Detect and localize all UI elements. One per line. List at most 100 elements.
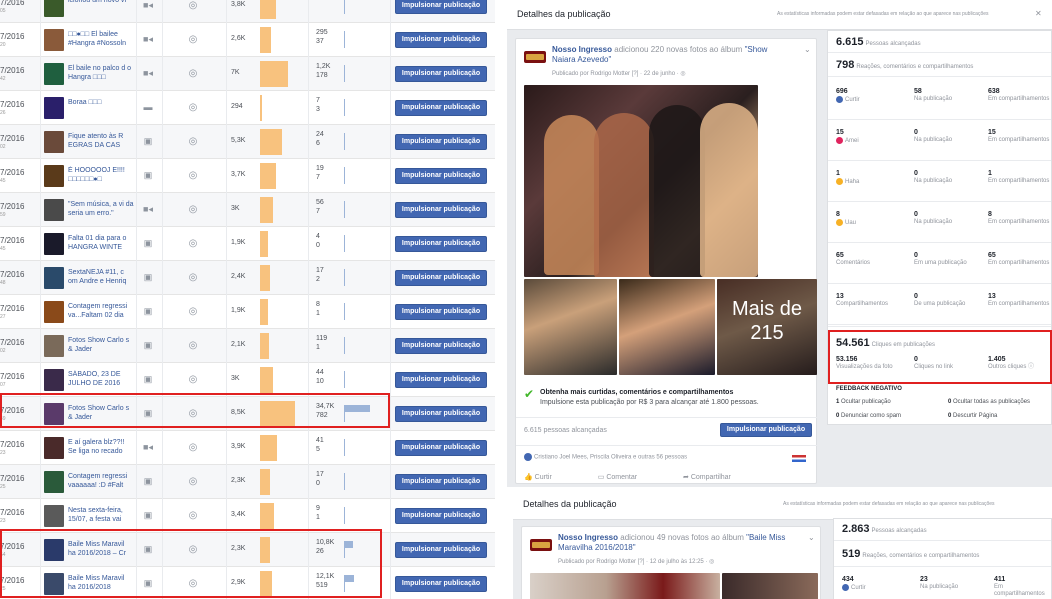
boost-post-button[interactable]: Impulsionar publicação	[395, 168, 487, 184]
post-text-link[interactable]: "Sem música, a vi da seria um erro."	[68, 200, 134, 219]
table-row[interactable]: 7/2016 20 □□●□□ El bailee #Hangra #Nossoln…	[0, 23, 495, 57]
boost-post-button[interactable]: Impulsionar publicação	[395, 100, 487, 116]
post-text-link[interactable]: Falta 01 dia para o HANGRA WINTE	[68, 234, 134, 253]
boost-post-button[interactable]: Impulsionar publicação	[395, 508, 487, 524]
engagement-values: 17 2	[316, 267, 324, 283]
post-text-link[interactable]: Boraa □□□	[68, 98, 134, 117]
boost-post-button[interactable]: Impulsionar publicação	[395, 0, 487, 14]
post-type-icon: ■◂	[143, 0, 153, 10]
post-text-link[interactable]: SÁBADO, 23 DE JULHO DE 2016	[68, 370, 134, 389]
post-photo-thumb[interactable]	[722, 573, 818, 599]
boost-post-button[interactable]: Impulsionar publicação	[720, 423, 812, 437]
post-text-link[interactable]: Fotos Show Carlo s & Jader	[68, 336, 134, 355]
post-thumbnail[interactable]	[44, 0, 64, 17]
table-row[interactable]: 7/201605 icionou um novo ví ■◂ ◎ 3,8K 13 Impul…	[0, 0, 495, 23]
post-date: 7/2016 27	[0, 304, 25, 320]
boost-post-button[interactable]: Impulsionar publicação	[395, 474, 487, 490]
table-row[interactable]: 7/2016 23 Nesta sexta-feira, 15/07, a fest…	[0, 499, 495, 533]
chevron-down-icon[interactable]: ⌄	[804, 45, 811, 54]
negative-unlike-page: 0 Descurtir Página	[948, 413, 997, 419]
share-action[interactable]: ➦ Compartilhar	[683, 474, 753, 481]
post-text-link[interactable]: □□●□□ El bailee #Hangra #Nossoln	[68, 30, 134, 49]
boost-post-button[interactable]: Impulsionar publicação	[395, 134, 487, 150]
flag-icon[interactable]	[792, 455, 806, 462]
post-date: 7/2016 23	[0, 440, 25, 456]
panel-title: Detalhes da publicação	[523, 499, 617, 509]
reach-label: Pessoas alcançadas	[865, 41, 921, 47]
page-name-link[interactable]: Nosso Ingresso	[558, 533, 618, 542]
boost-post-button[interactable]: Impulsionar publicação	[395, 32, 487, 48]
post-thumbnail[interactable]	[44, 165, 64, 187]
post-text-link[interactable]: Nesta sexta-feira, 15/07, a festa vai	[68, 506, 134, 525]
boost-post-button[interactable]: Impulsionar publicação	[395, 372, 487, 388]
stats-disclaimer: As estatísticas informadas podem estar d…	[783, 501, 995, 507]
post-photo-thumb[interactable]	[524, 279, 617, 375]
table-row[interactable]: 7/2016 26 Boraa □□□ ▬ ◎ 294 7 3 Impulsionar publ…	[0, 91, 495, 125]
table-row[interactable]: 7/2016 45 É HOOOOOJ E!!!! □□□□□□●□ ▣ ◎ 3,7K 19…	[0, 159, 495, 193]
engagement-bar	[344, 65, 345, 82]
post-date: 7/2016 48	[0, 270, 25, 286]
table-row[interactable]: 7/2016 45 Falta 01 dia para o HANGRA WINTE…	[0, 227, 495, 261]
post-thumbnail[interactable]	[44, 437, 64, 459]
reaction-icon	[836, 178, 843, 185]
boost-post-button[interactable]: Impulsionar publicação	[395, 440, 487, 456]
post-photo-main[interactable]	[524, 85, 758, 277]
table-row[interactable]: 7/2016 59 "Sem música, a vi da seria um er…	[0, 193, 495, 227]
post-text-link[interactable]: Fique atento às R EGRAS DA CAS	[68, 132, 134, 151]
engagement-row: 798 Reações, comentários e compartilhamen…	[828, 53, 1051, 77]
like-action[interactable]: 👍 Curtir	[524, 474, 574, 481]
post-thumbnail[interactable]	[44, 131, 64, 153]
table-row[interactable]: 7/2016 02 Fotos Show Carlo s & Jader ▣ ◎ 2,1K…	[0, 329, 495, 363]
reaction-shares: 15 Em compartilhamentos	[988, 129, 1050, 143]
boost-post-button[interactable]: Impulsionar publicação	[395, 338, 487, 354]
table-row[interactable]: 7/2016 42 El baile no palco d o Hangra □□□…	[0, 57, 495, 91]
post-text-link[interactable]: El baile no palco d o Hangra □□□	[68, 64, 134, 83]
boost-post-button[interactable]: Impulsionar publicação	[395, 270, 487, 286]
boost-post-button[interactable]: Impulsionar publicação	[395, 66, 487, 82]
table-row[interactable]: 7/2016 25 Contagem regressi vaaaaaa! :D #F…	[0, 465, 495, 499]
close-icon[interactable]: ✕	[1035, 9, 1042, 18]
on-post-label: Na publicação	[920, 584, 959, 590]
engagement-values: 41 5	[316, 437, 324, 453]
table-row[interactable]: 7/2016 48 SextaNEJA #11, c om Andre e Henr…	[0, 261, 495, 295]
reach-value: 2,3K	[231, 477, 246, 484]
post-thumbnail[interactable]	[44, 471, 64, 493]
table-row[interactable]: 7/2016 23 E aí galera blz??!! Se liga no r…	[0, 431, 495, 465]
boost-post-button[interactable]: Impulsionar publicação	[395, 542, 487, 558]
post-text-link[interactable]: E aí galera blz??!! Se liga no recado	[68, 438, 134, 457]
post-thumbnail[interactable]	[44, 505, 64, 527]
reaction-total: 1 Haha	[836, 170, 860, 186]
post-thumbnail[interactable]	[44, 369, 64, 391]
table-row[interactable]: 7/2016 07 SÁBADO, 23 DE JULHO DE 2016 ▣ ◎ 3K 4…	[0, 363, 495, 397]
post-text-link[interactable]: É HOOOOOJ E!!!! □□□□□□●□	[68, 166, 134, 185]
reach-value: 3,7K	[231, 171, 246, 178]
post-thumbnail[interactable]	[44, 301, 64, 323]
boost-post-button[interactable]: Impulsionar publicação	[395, 202, 487, 218]
likers-summary[interactable]: Cristiano Joel Mees, Priscila Oliveira e…	[524, 453, 687, 461]
boost-post-button[interactable]: Impulsionar publicação	[395, 304, 487, 320]
boost-post-button[interactable]: Impulsionar publicação	[395, 576, 487, 592]
post-thumbnail[interactable]	[44, 335, 64, 357]
post-thumbnail[interactable]	[44, 233, 64, 255]
post-text-link[interactable]: Contagem regressi vaaaaaa! :D #Falt	[68, 472, 134, 491]
post-text-link[interactable]: SextaNEJA #11, c om Andre e Henriq	[68, 268, 134, 287]
highlight-box	[0, 393, 390, 428]
post-thumbnail[interactable]	[44, 29, 64, 51]
comment-action[interactable]: ▭ Comentar	[598, 474, 659, 481]
table-row[interactable]: 7/2016 02 Fique atento às R EGRAS DA CAS ▣ ◎…	[0, 125, 495, 159]
post-photo-thumb[interactable]	[619, 279, 715, 375]
boost-post-button[interactable]: Impulsionar publicação	[395, 406, 487, 422]
post-photo-main[interactable]	[530, 573, 720, 599]
post-photo-more[interactable]: Mais de 215	[717, 279, 817, 375]
page-name-link[interactable]: Nosso Ingresso	[552, 45, 612, 54]
post-thumbnail[interactable]	[44, 97, 64, 119]
post-thumbnail[interactable]	[44, 63, 64, 85]
post-text-link[interactable]: Contagem regressi va...Faltam 02 dia	[68, 302, 134, 321]
post-thumbnail[interactable]	[44, 199, 64, 221]
post-text-link[interactable]: icionou um novo ví	[68, 0, 134, 15]
table-row[interactable]: 7/2016 27 Contagem regressi va...Faltam 02…	[0, 295, 495, 329]
chevron-down-icon[interactable]: ⌄	[808, 533, 815, 542]
post-thumbnail[interactable]	[44, 267, 64, 289]
boost-post-button[interactable]: Impulsionar publicação	[395, 236, 487, 252]
reach-value: 2,4K	[231, 273, 246, 280]
